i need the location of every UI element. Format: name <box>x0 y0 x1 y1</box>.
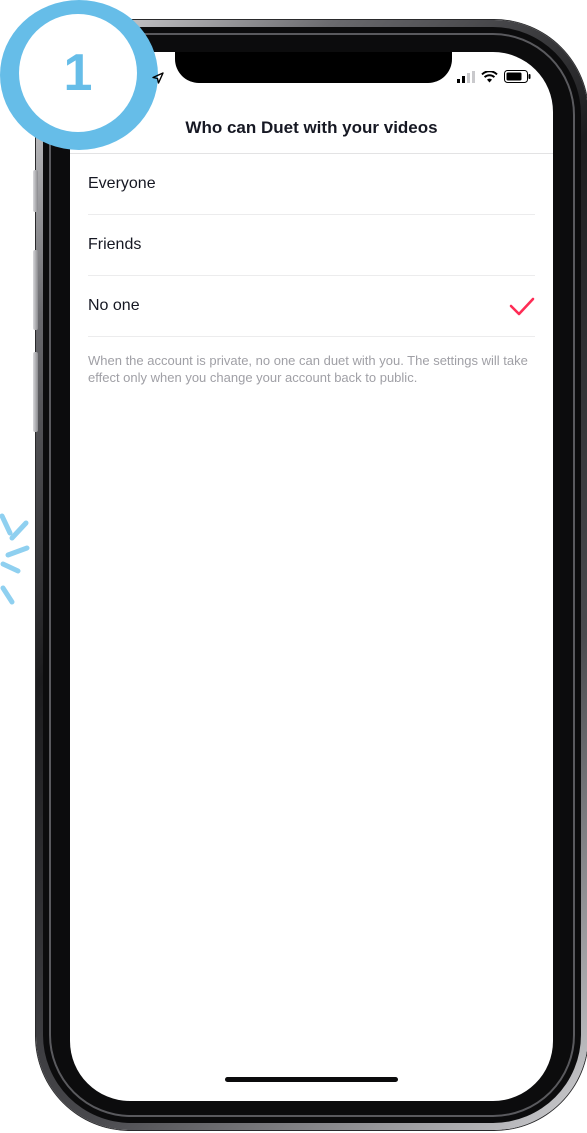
page-title: Who can Duet with your videos <box>185 118 438 137</box>
option-label: Everyone <box>88 175 156 192</box>
checkmark-icon <box>509 297 535 316</box>
option-label: No one <box>88 297 140 314</box>
sparkle-decoration-icon <box>0 513 30 605</box>
wifi-icon <box>481 70 498 82</box>
step-number: 1 <box>19 14 137 132</box>
privacy-note: When the account is private, no one can … <box>88 353 528 385</box>
duet-option-list: Everyone Friends No one <box>88 154 535 337</box>
signal-icon <box>457 70 475 83</box>
phone-screen: Who can Duet with your videos Everyone F… <box>70 52 553 1101</box>
volume-down-button <box>33 352 38 432</box>
step-badge: 1 <box>0 0 158 150</box>
silent-switch <box>33 170 38 212</box>
battery-icon <box>504 70 531 83</box>
option-friends[interactable]: Friends <box>88 215 535 276</box>
notch <box>175 52 452 83</box>
home-indicator <box>225 1077 398 1082</box>
option-label: Friends <box>88 236 142 253</box>
option-no-one[interactable]: No one <box>88 276 535 337</box>
location-arrow-icon <box>152 72 164 84</box>
status-bar-right <box>457 70 531 83</box>
volume-up-button <box>33 250 38 330</box>
option-everyone[interactable]: Everyone <box>88 154 535 215</box>
